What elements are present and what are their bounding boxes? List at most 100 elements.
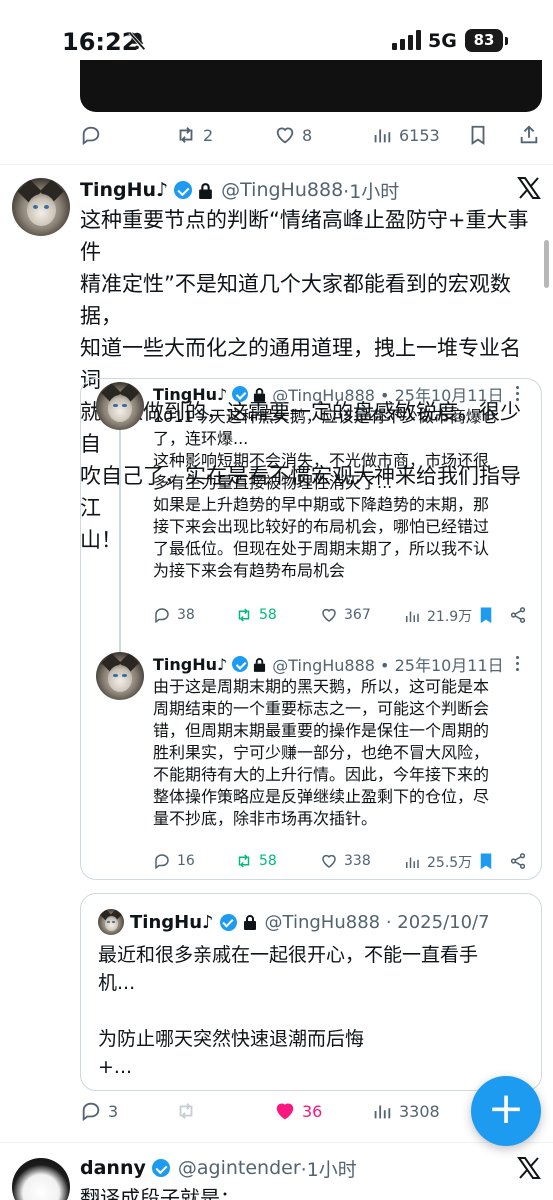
bell-slash-icon — [128, 31, 146, 51]
like-button[interactable]: 367 — [320, 606, 371, 624]
tweet-text: 翻译成段子就是： — [80, 1186, 240, 1200]
text-line: 周期结束的一个重要标志之一，可能这个判断会 — [153, 699, 490, 718]
thread-connector — [119, 430, 121, 652]
author-name[interactable]: danny — [80, 1157, 146, 1179]
reply-button[interactable]: 38 — [153, 606, 195, 624]
text-line: 胜利果实，宁可少赚一部分，也绝不冒大风险， — [153, 743, 490, 762]
author-name[interactable]: TingHu♪ — [153, 385, 227, 404]
tweet-header: danny @agintender ·1小时 — [80, 1154, 357, 1182]
like-button[interactable]: 8 — [274, 124, 312, 146]
text-line: +... — [98, 1056, 133, 1078]
lock-icon — [254, 657, 266, 672]
views-button[interactable]: 6153 — [371, 124, 440, 146]
signal-icon — [392, 30, 421, 50]
like-icon — [322, 854, 336, 868]
reply-button[interactable]: 3 — [80, 1100, 118, 1122]
tweet-time[interactable]: ·1小时 — [301, 1155, 357, 1182]
tweet-text-line: 这种重要节点的判断“情绪高峰止盈防守+重大事件 — [80, 208, 529, 264]
text-line: 如果是上升趋势的早中期或下降趋势的末期，那 — [153, 495, 490, 514]
views-icon — [374, 129, 391, 143]
thread-item-text: 1011今天这种黑天鹅，应该是有不少做市商爆仓 了，连环爆... 这种影响短期不… — [153, 406, 533, 582]
avatar[interactable] — [12, 1158, 70, 1200]
author-name[interactable]: TingHu♪ — [153, 655, 227, 674]
views-button[interactable]: 3308 — [371, 1100, 440, 1122]
tweet-time[interactable]: ·1小时 — [343, 177, 399, 204]
bookmark-button[interactable] — [467, 124, 489, 146]
text-line: 接下来会出现比较好的布局机会，哪怕已经错过 — [153, 517, 490, 536]
reply-icon — [155, 608, 169, 624]
author-name[interactable]: TingHu♪ — [80, 179, 168, 201]
lock-icon — [243, 915, 256, 930]
share-button[interactable] — [509, 852, 527, 870]
verified-icon — [174, 181, 193, 199]
thread-item-header: TingHu♪ @TingHu888 • 25年10月11日 — [153, 382, 504, 406]
text-line: 最近和很多亲戚在一起很开心，不能一直看手 — [98, 944, 479, 966]
text-line: 量不抄底，除非市场再次插针。 — [153, 809, 378, 828]
share-button[interactable] — [509, 606, 527, 624]
reply-icon — [82, 1102, 100, 1122]
bookmark-icon — [480, 607, 492, 624]
views-icon — [406, 857, 419, 868]
like-button[interactable]: 36 — [274, 1100, 322, 1122]
text-line: 了，连环爆... — [153, 429, 249, 448]
reply-icon — [82, 126, 100, 146]
text-line: 1011今天这种黑天鹅，应该是有不少做市商爆仓 — [153, 407, 498, 426]
text-line: 不能期待有大的上升行情。因此，今年接下来的 — [153, 765, 490, 784]
tweet-text-line: 精准定性”不是知道几个大家都能看到的宏观数据， — [80, 272, 511, 328]
author-handle[interactable]: @TingHu888 — [221, 179, 343, 201]
compose-button[interactable]: + — [471, 1076, 541, 1146]
text-line: 这种影响短期不会消失，不光做市商，市场还很 — [153, 451, 490, 470]
retweet-icon — [238, 854, 250, 868]
retweet-icon — [179, 127, 193, 143]
author-handle[interactable]: @TingHu888 · 2025/10/7 — [265, 912, 490, 933]
like-icon — [322, 608, 336, 622]
reply-icon — [155, 854, 169, 870]
more-icon[interactable] — [516, 386, 520, 402]
text-line: 由于这是周期末期的黑天鹅，所以，这可能是本 — [153, 677, 490, 696]
views-button[interactable]: 25.5万 — [403, 852, 472, 872]
avatar[interactable] — [96, 652, 144, 700]
verified-icon — [219, 913, 237, 931]
views-button[interactable]: 21.9万 — [403, 606, 472, 626]
author-name[interactable]: TingHu♪ — [130, 912, 214, 933]
share-icon — [510, 607, 526, 623]
bookmark-button[interactable] — [477, 606, 495, 624]
verified-icon — [232, 656, 249, 672]
quoted-tweet-text: 最近和很多亲戚在一起很开心，不能一直看手 机... 为防止哪天突然快速退潮而后悔… — [98, 941, 528, 1081]
x-logo-icon — [517, 177, 541, 199]
retweet-icon — [179, 1103, 193, 1119]
avatar[interactable] — [96, 382, 144, 430]
text-line: 多有生力量直接被物理性消灭了... — [153, 473, 393, 492]
text-line: 整体操作策略应是反弹继续止盈剩下的仓位，尽 — [153, 787, 490, 806]
author-handle[interactable]: @TingHu888 • 25年10月11日 — [272, 382, 503, 406]
retweet-button[interactable] — [175, 1100, 203, 1122]
bookmark-button[interactable] — [477, 852, 495, 870]
scrollbar[interactable] — [544, 240, 549, 288]
text-line: 了最低位。但现在处于周期末期了，所以我不认 — [153, 539, 490, 558]
author-handle[interactable]: @TingHu888 • 25年10月11日 — [272, 652, 503, 676]
retweet-button[interactable]: 2 — [175, 124, 213, 146]
retweet-button[interactable]: 58 — [235, 606, 277, 624]
battery-tip — [505, 37, 508, 45]
previous-tweet-media[interactable] — [80, 60, 542, 112]
avatar[interactable] — [98, 909, 124, 935]
text-line: 为防止哪天突然快速退潮而后悔 — [98, 1028, 365, 1050]
reply-button[interactable] — [80, 124, 108, 146]
share-icon — [510, 853, 526, 869]
like-icon — [276, 1103, 294, 1120]
avatar[interactable] — [12, 178, 70, 236]
views-icon — [406, 611, 419, 622]
text-line — [98, 997, 528, 1025]
divider — [0, 164, 553, 165]
network-type: 5G — [428, 30, 457, 52]
share-icon — [520, 125, 538, 144]
retweet-button[interactable]: 58 — [235, 852, 277, 870]
lock-icon — [199, 182, 213, 199]
more-icon[interactable] — [516, 656, 520, 672]
verified-icon — [232, 386, 249, 402]
like-button[interactable]: 338 — [320, 852, 371, 870]
share-button[interactable] — [518, 124, 540, 146]
reply-button[interactable]: 16 — [153, 852, 195, 870]
views-icon — [374, 1105, 391, 1119]
author-handle[interactable]: @agintender — [178, 1157, 301, 1179]
